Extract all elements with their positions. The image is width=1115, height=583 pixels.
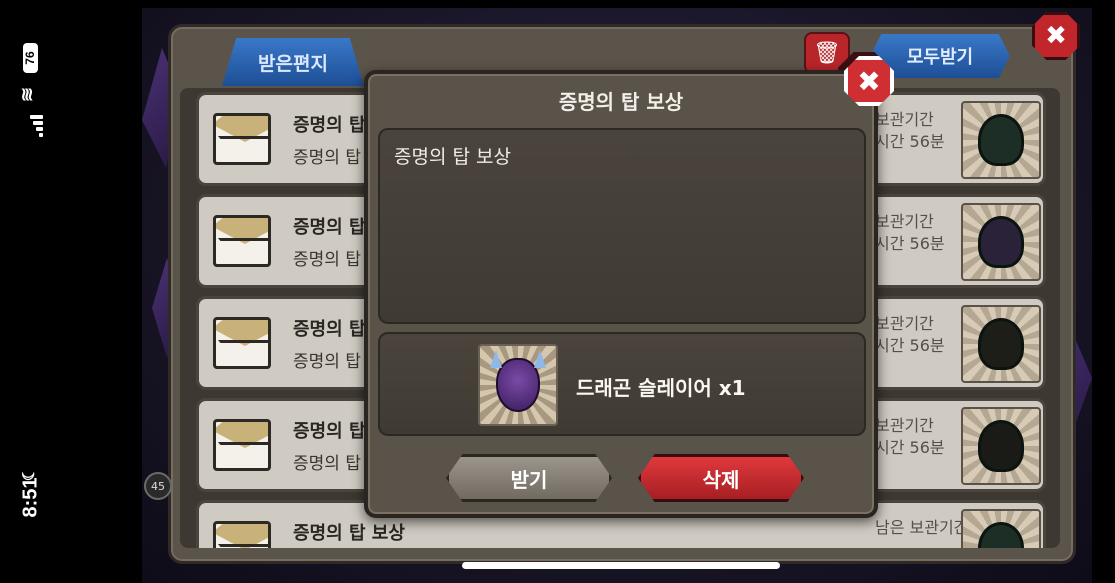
tab-received-mail[interactable]: 받은편지 — [222, 38, 364, 86]
reward-box: 드래곤 슬레이어 x1 — [378, 332, 866, 436]
reward-item-label: 드래곤 슬레이어 x1 — [576, 376, 746, 400]
close-icon: ✖ — [857, 64, 881, 98]
mail-title: 증명의 탑 — [293, 421, 366, 442]
status-bar: 76 ≋ ☾ 8:51 — [0, 0, 62, 583]
envelope-icon — [213, 419, 271, 471]
mail-subtitle: 증명의 탑 — [293, 454, 361, 474]
mail-item-thumbnail — [961, 101, 1041, 179]
mail-keep-period: 남은 보관기간 — [875, 518, 969, 537]
emblem-icon — [978, 114, 1024, 166]
message-box: 증명의 탑 보상 — [378, 128, 866, 324]
mail-title: 증명의 탑 보상 — [293, 523, 405, 544]
close-icon: ✖ — [1045, 21, 1067, 51]
signal-icon — [25, 109, 43, 137]
emblem-icon — [978, 522, 1024, 548]
delete-button[interactable]: 삭제 — [638, 454, 804, 502]
mail-keep-period: 보관기간 시간 56분 — [875, 212, 945, 253]
mail-subtitle: 증명의 탑 — [293, 148, 361, 168]
mail-item-thumbnail — [961, 407, 1041, 485]
modal-title: 증명의 탑 보상 — [558, 90, 684, 114]
wifi-icon: ≋ — [17, 86, 38, 103]
envelope-icon — [213, 113, 271, 165]
receive-button[interactable]: 받기 — [446, 454, 612, 502]
mail-title: 증명의 탑 — [293, 217, 366, 238]
emblem-icon — [978, 318, 1024, 370]
emblem-icon — [978, 420, 1024, 472]
battery-level: 76 — [23, 43, 38, 73]
mail-title: 증명의 탑 — [293, 115, 366, 136]
envelope-icon — [213, 317, 271, 369]
emblem-icon — [978, 216, 1024, 268]
message-text: 증명의 탑 보상 — [394, 146, 511, 168]
mail-keep-period: 보관기간 시간 56분 — [875, 314, 945, 355]
status-time: 8:51 — [19, 477, 42, 518]
level-badge: 45 — [144, 472, 172, 500]
envelope-icon — [213, 215, 271, 267]
modal-close-button[interactable]: ✖ — [844, 56, 894, 106]
mail-item-thumbnail — [961, 509, 1041, 548]
reward-modal: 증명의 탑 보상 ✖ 증명의 탑 보상 드래곤 슬레이어 x1 받기 삭제 — [364, 56, 894, 518]
reward-item-icon — [478, 344, 558, 426]
mail-item-thumbnail — [961, 203, 1041, 281]
mail-keep-period: 보관기간 시간 56분 — [875, 416, 945, 457]
mail-subtitle: 증명의 탑 — [293, 352, 361, 372]
mail-subtitle: 증명의 탑 — [293, 250, 361, 270]
mail-item-thumbnail — [961, 305, 1041, 383]
battery-indicator: 76 — [23, 37, 41, 73]
trash-icon: 🗑 — [813, 40, 841, 66]
mail-keep-period: 보관기간 시간 56분 — [875, 110, 945, 151]
envelope-icon — [213, 521, 271, 548]
dragon-icon — [496, 358, 540, 412]
mail-title: 증명의 탑 — [293, 319, 366, 340]
home-indicator[interactable] — [462, 562, 780, 569]
